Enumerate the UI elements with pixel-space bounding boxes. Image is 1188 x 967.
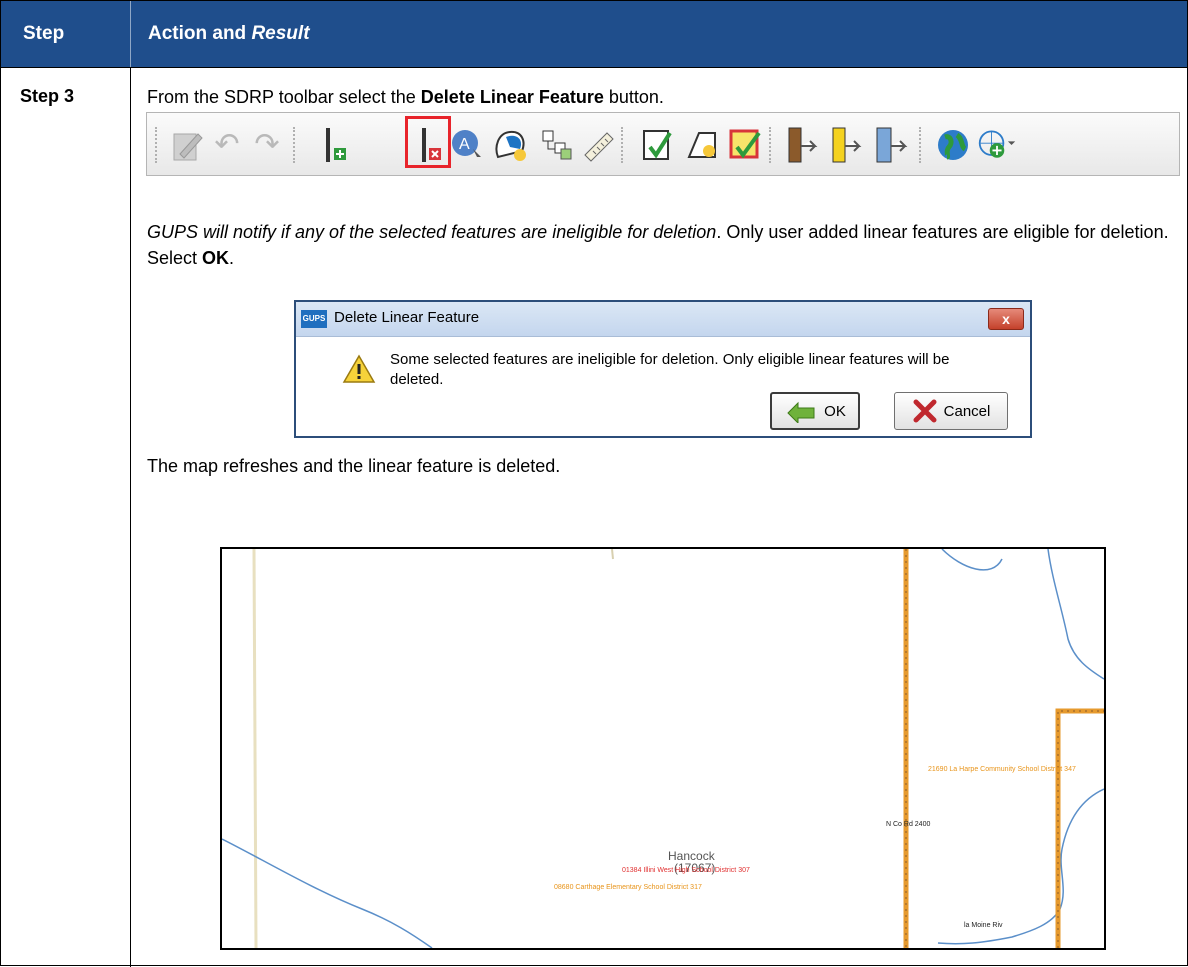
- notify-italic: GUPS will notify if any of the selected …: [147, 222, 717, 242]
- instruction-text: From the SDRP toolbar select the Delete …: [147, 84, 664, 110]
- toolbar-grip: [769, 127, 777, 163]
- instruction-pre: From the SDRP toolbar select the: [147, 87, 421, 107]
- toolbar-grip: [621, 127, 629, 163]
- river-line: [937, 788, 1104, 945]
- step-number: Step 3: [20, 86, 75, 106]
- toolbar-grip: [155, 127, 163, 163]
- map-view: Hancock (17067) 01384 Illini West High S…: [220, 547, 1106, 950]
- road-line-thin: [611, 549, 614, 560]
- delete-linear-feature-highlight: [405, 116, 451, 168]
- road-line: [252, 549, 258, 948]
- result-text: The map refreshes and the linear feature…: [147, 456, 561, 476]
- warning-icon: [342, 354, 376, 389]
- gups-logo-icon: GUPS: [301, 310, 327, 328]
- ok-button[interactable]: OK: [770, 392, 860, 430]
- export-icon[interactable]: [827, 125, 867, 165]
- attributes-icon[interactable]: [537, 125, 577, 165]
- add-linear-feature-icon[interactable]: [315, 125, 355, 165]
- shape-icon[interactable]: [683, 125, 723, 165]
- river-line: [941, 549, 1003, 571]
- header-action-text: Action and: [148, 23, 247, 44]
- export-map-icon[interactable]: [871, 125, 911, 165]
- svg-text:A: A: [459, 136, 470, 153]
- validate-icon[interactable]: [637, 125, 677, 165]
- review-icon[interactable]: [725, 125, 765, 165]
- cancel-x-icon: [913, 399, 937, 423]
- notify-end: .: [229, 248, 235, 268]
- edit-pencil-icon[interactable]: [167, 125, 207, 165]
- dialog-title: Delete Linear Feature: [334, 309, 480, 326]
- undo-icon[interactable]: ↶: [207, 125, 247, 165]
- header-divider: [130, 1, 131, 67]
- dialog-titlebar: GUPS Delete Linear Feature x: [296, 302, 1030, 337]
- column-divider: [130, 67, 131, 967]
- ok-label: OK: [824, 402, 846, 420]
- school-district-label-orange: 21690 La Harpe Community School District…: [928, 766, 1076, 773]
- delete-linear-feature-dialog: GUPS Delete Linear Feature x Some select…: [294, 300, 1032, 438]
- river-line: [1047, 549, 1104, 680]
- header-result-text: Result: [251, 23, 310, 44]
- river-line: [222, 838, 433, 948]
- toolbar-grip: [293, 127, 301, 163]
- table-header: Step Action and Result: [1, 1, 1187, 68]
- sdrp-toolbar: ↶ ↷ A: [146, 112, 1180, 176]
- road-label: N Co Rd 2400: [886, 821, 930, 828]
- cancel-button[interactable]: Cancel: [894, 392, 1008, 430]
- instruction-bold: Delete Linear Feature: [420, 87, 604, 107]
- measure-icon[interactable]: [579, 125, 619, 165]
- globe-icon[interactable]: [933, 125, 973, 165]
- rename-feature-icon[interactable]: [491, 125, 531, 165]
- river-label: la Moine Riv: [964, 922, 1003, 929]
- notify-bold: OK: [202, 248, 230, 268]
- header-action: Action and Result: [148, 23, 310, 45]
- instruction-post: button.: [603, 87, 664, 107]
- add-layer-icon[interactable]: [977, 125, 1017, 165]
- header-step: Step: [23, 23, 65, 44]
- select-feature-icon[interactable]: A: [447, 125, 487, 165]
- dialog-message: Some selected features are ineligible fo…: [390, 351, 950, 388]
- toolbar-grip: [919, 127, 927, 163]
- import-icon[interactable]: [783, 125, 823, 165]
- ok-arrow-icon: [787, 401, 815, 423]
- school-district-label-orange: 08680 Carthage Elementary School Distric…: [554, 884, 702, 891]
- cancel-label: Cancel: [943, 402, 991, 420]
- redo-icon[interactable]: ↷: [247, 125, 287, 165]
- notify-text: GUPS will notify if any of the selected …: [147, 219, 1177, 271]
- school-district-boundary: [1055, 708, 1104, 948]
- school-district-label-red: 01384 Illini West High School District 3…: [622, 867, 750, 874]
- map-canvas: Hancock (17067) 01384 Illini West High S…: [222, 549, 1104, 948]
- school-district-boundary: [1057, 710, 1104, 948]
- close-icon[interactable]: x: [988, 308, 1024, 330]
